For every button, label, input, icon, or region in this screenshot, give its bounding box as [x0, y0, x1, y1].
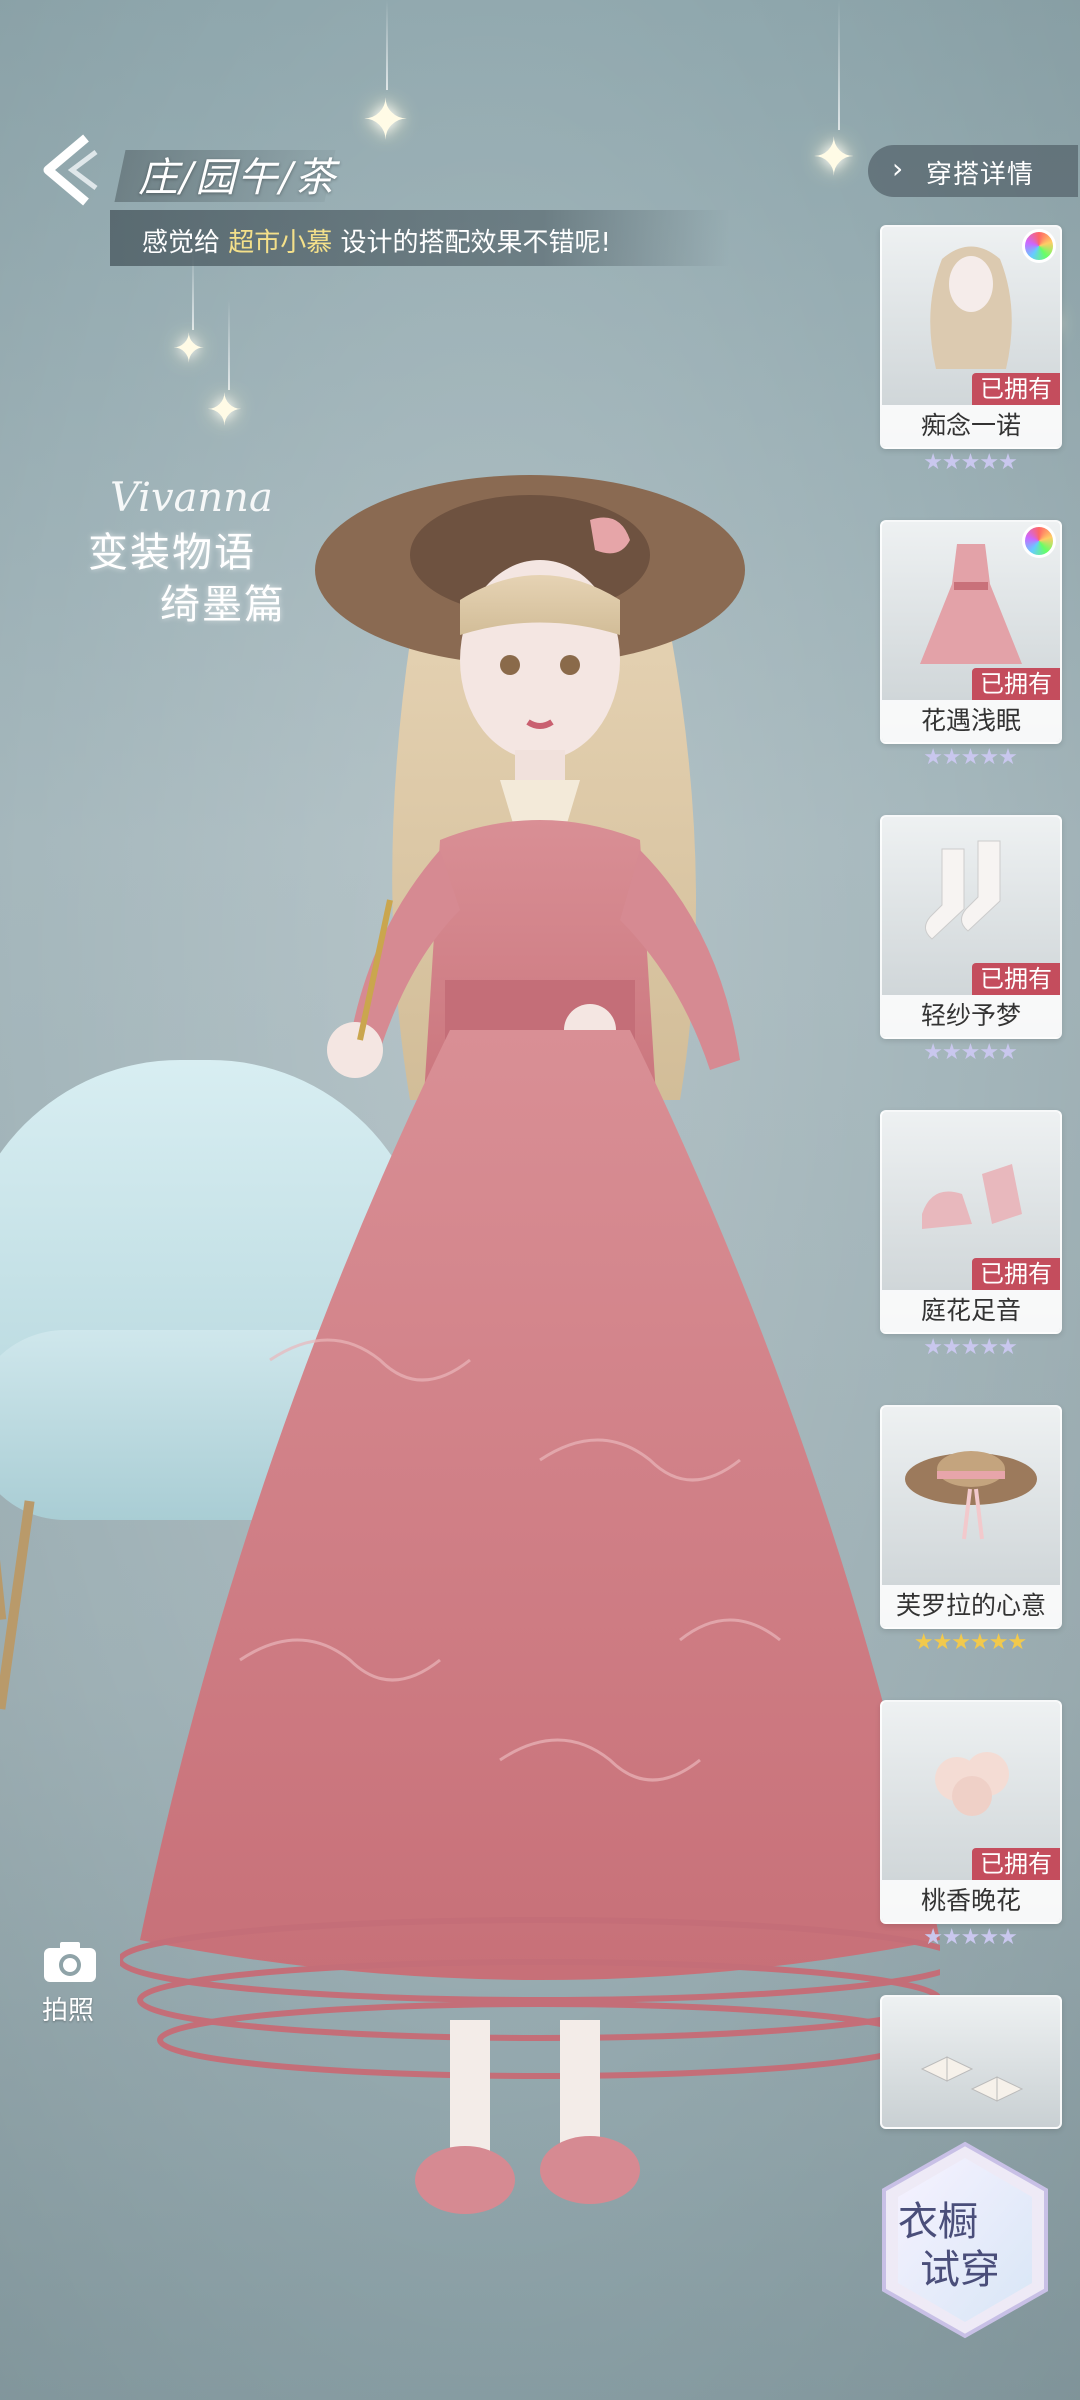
- white-socks-icon: [925, 840, 1001, 940]
- owned-badge: 已拥有: [972, 668, 1060, 700]
- item-name: 桃香晚花: [882, 1880, 1060, 1922]
- hair-flower-icon: [935, 1752, 1009, 1816]
- owned-badge: 已拥有: [972, 963, 1060, 995]
- item-rarity-stars: ★★★★★: [923, 1335, 1018, 1360]
- item-card-hair-accessory[interactable]: 已拥有 桃香晚花: [880, 1700, 1062, 1924]
- item-name: 花遇浅眠: [882, 700, 1060, 742]
- item-rarity-stars: ★★★★★: [923, 1040, 1018, 1065]
- back-arrow-icon[interactable]: [34, 130, 104, 210]
- pink-lace-dress-icon: [920, 544, 1022, 664]
- owned-badge: 已拥有: [972, 1258, 1060, 1290]
- star-decoration: ✦: [812, 128, 856, 188]
- item-name: 轻纱予梦: [882, 995, 1060, 1037]
- item-rarity-stars: ★★★★★: [923, 745, 1018, 770]
- item-card-hat[interactable]: 芙罗拉的心意: [880, 1405, 1062, 1629]
- camera-label[interactable]: 拍照: [42, 1990, 94, 2027]
- item-rarity-stars: ★★★★★: [923, 450, 1018, 475]
- chevron-right-icon: ›: [892, 152, 904, 185]
- star-string: [838, 0, 840, 130]
- item-rarity-stars: ★★★★★: [923, 1925, 1018, 1950]
- item-card-shoes[interactable]: 已拥有 庭花足音: [880, 1110, 1062, 1334]
- bow-earrings-icon: [920, 2056, 1024, 2102]
- item-card-socks[interactable]: 已拥有 轻纱予梦: [880, 815, 1062, 1039]
- star-decoration: ✦: [172, 326, 206, 372]
- pink-loafers-icon: [922, 1164, 1022, 1229]
- star-string: [386, 0, 388, 90]
- owned-badge: 已拥有: [972, 1848, 1060, 1880]
- item-rarity-stars: ★★★★★★: [913, 1630, 1027, 1655]
- outfit-detail-label[interactable]: 穿搭详情: [926, 154, 1034, 191]
- designer-name: 超市小慕: [228, 228, 333, 258]
- item-card-earrings[interactable]: [880, 1995, 1062, 2129]
- item-name: 芙罗拉的心意: [882, 1585, 1060, 1627]
- wardrobe-tryon-label[interactable]: 衣橱 试穿: [898, 2198, 1000, 2294]
- item-card-hair[interactable]: 已拥有 痴念一诺: [880, 225, 1062, 449]
- star-string: [228, 300, 230, 390]
- camera-icon[interactable]: [42, 1940, 98, 1984]
- owned-badge: 已拥有: [972, 373, 1060, 405]
- dye-icon[interactable]: [1022, 229, 1056, 263]
- hint-message: 感觉给 超市小慕 设计的搭配效果不错呢!: [142, 228, 611, 258]
- item-name: 痴念一诺: [882, 405, 1060, 447]
- star-decoration: ✦: [362, 88, 409, 153]
- dye-icon[interactable]: [1022, 524, 1056, 558]
- item-card-dress[interactable]: 已拥有 花遇浅眠: [880, 520, 1062, 744]
- long-hair-wig-icon: [930, 246, 1012, 369]
- straw-hat-icon: [905, 1451, 1037, 1540]
- character-model: [120, 475, 940, 2214]
- outfit-title: 庄/园午/茶: [138, 155, 337, 201]
- star-decoration: ✦: [206, 385, 243, 436]
- item-name: 庭花足音: [882, 1290, 1060, 1332]
